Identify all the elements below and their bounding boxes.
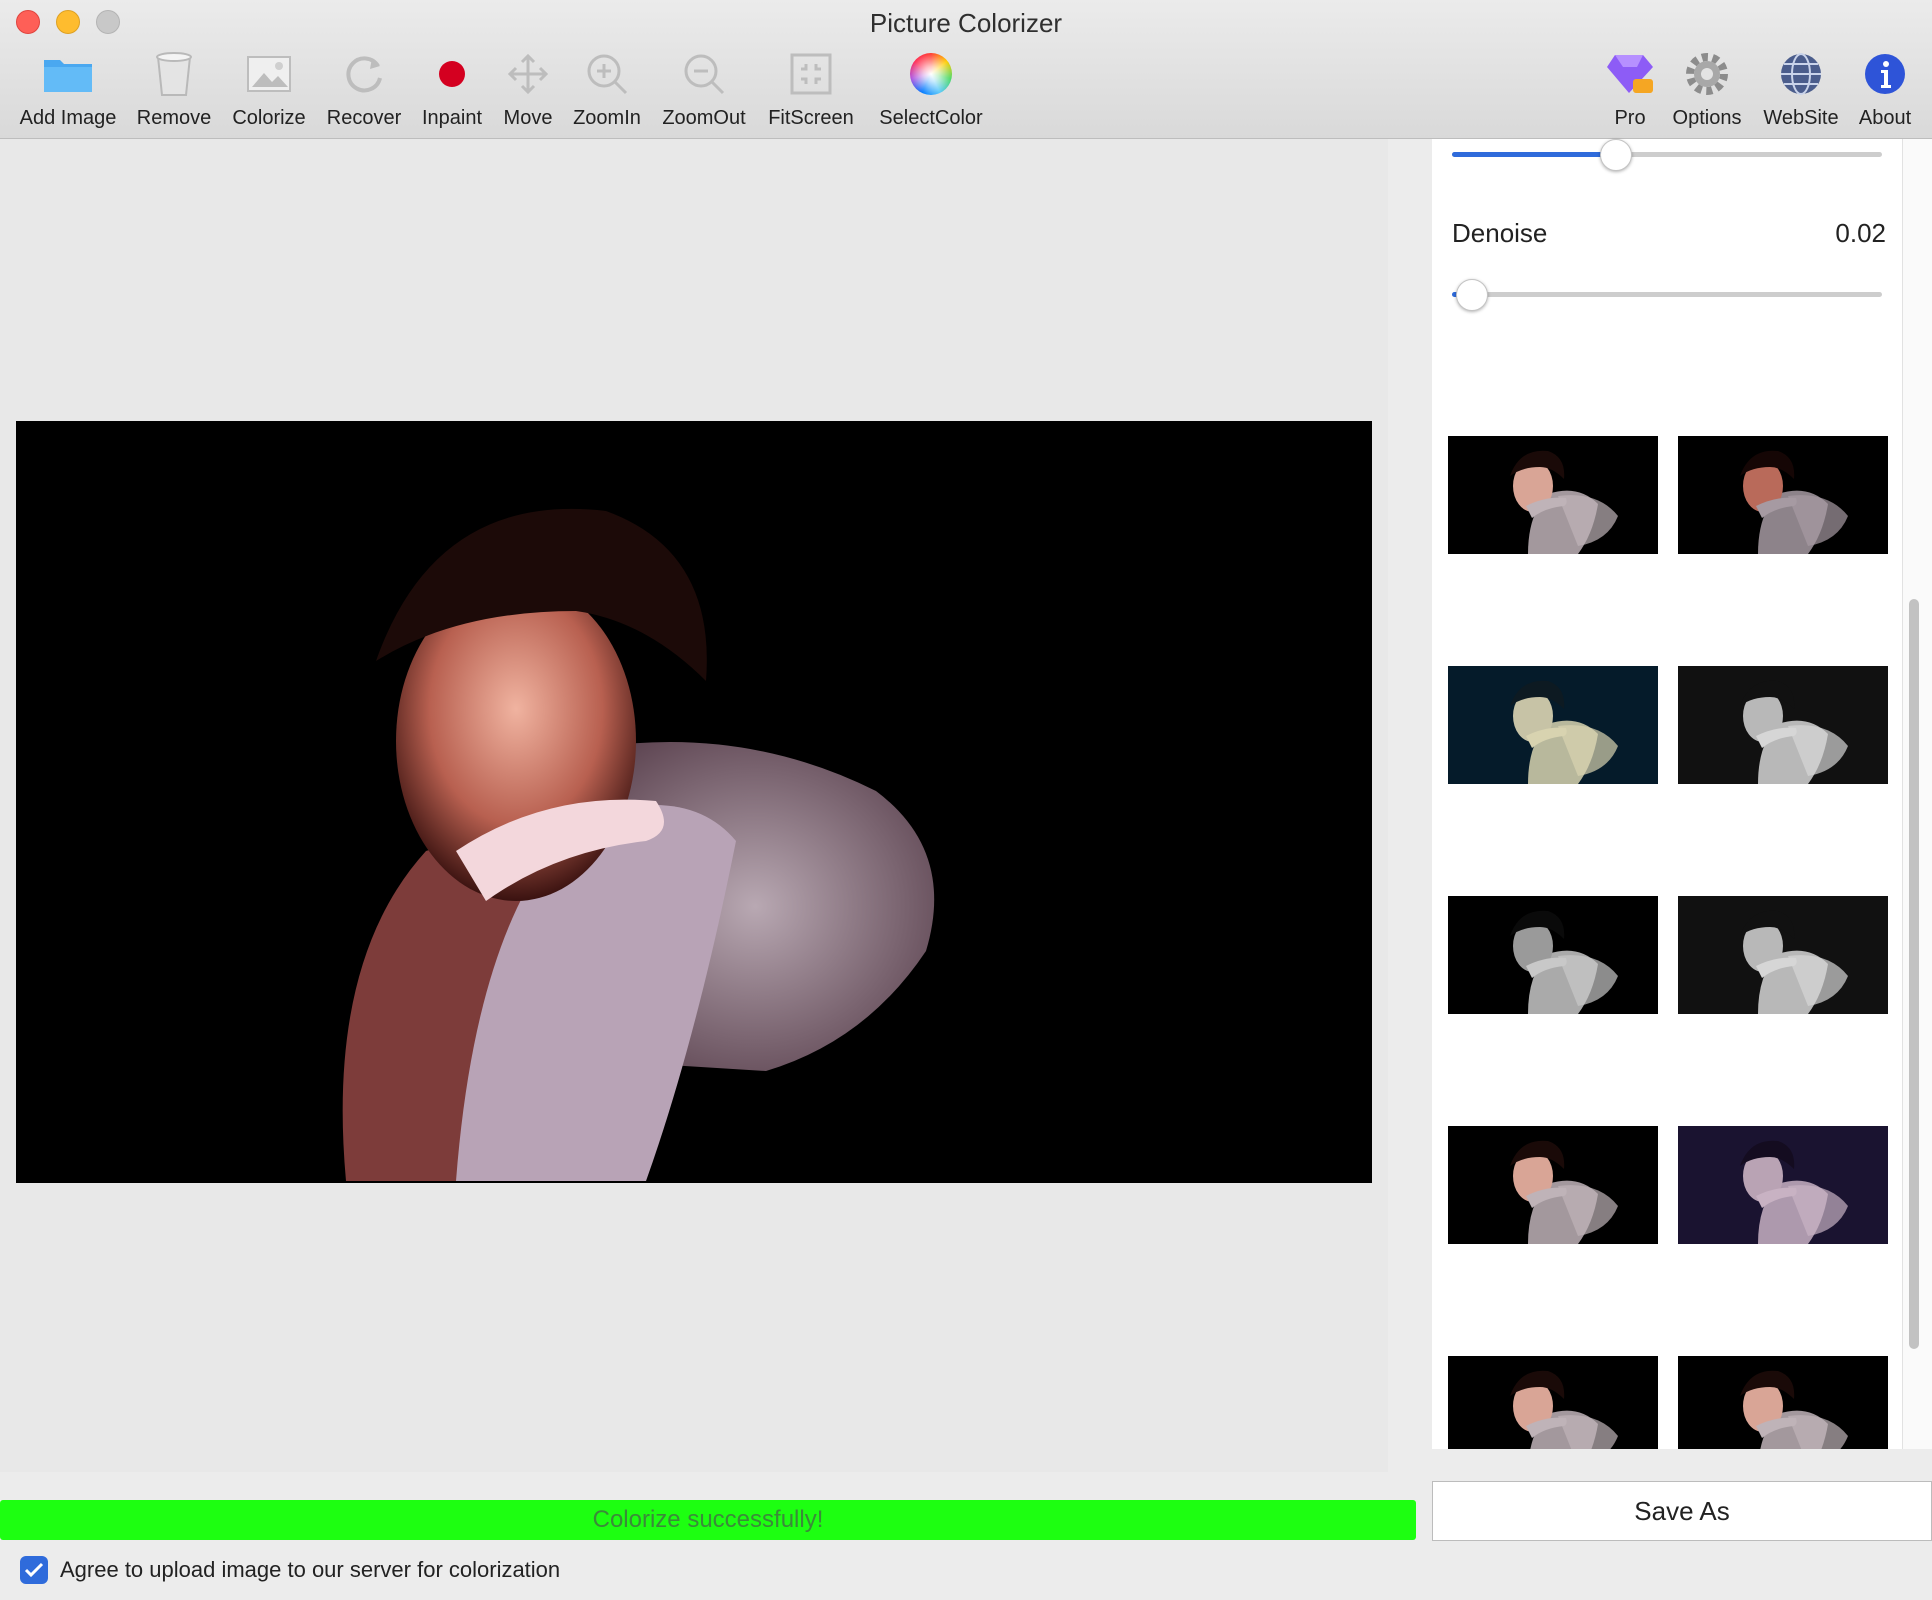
top-slider-knob[interactable] [1600, 139, 1632, 171]
variant-thumbnail[interactable] [1678, 1356, 1888, 1449]
fit-screen-button[interactable]: FitScreen [762, 46, 860, 130]
top-slider-fill [1452, 152, 1615, 157]
red-dot-icon [424, 46, 480, 102]
info-icon [1857, 46, 1913, 102]
options-button[interactable]: Options [1666, 46, 1748, 130]
about-label: About [1858, 107, 1912, 129]
agree-label: Agree to upload image to our server for … [60, 1557, 561, 1582]
color-wheel-icon [903, 46, 959, 102]
zoom-in-icon [579, 46, 635, 102]
options-label: Options [1672, 107, 1742, 129]
globe-icon [1773, 46, 1829, 102]
folder-icon [40, 46, 96, 102]
remove-label: Remove [136, 107, 212, 129]
fit-screen-icon [783, 46, 839, 102]
zoom-in-label: ZoomIn [573, 107, 641, 129]
recover-label: Recover [326, 107, 402, 129]
about-button[interactable]: About [1852, 46, 1918, 130]
denoise-slider-knob[interactable] [1456, 279, 1488, 311]
variant-thumbnail[interactable] [1448, 436, 1658, 554]
variant-thumbnail[interactable] [1448, 666, 1658, 784]
variant-thumbnail[interactable] [1448, 896, 1658, 1014]
title-bar: Picture Colorizer Add Image Remove Color… [0, 0, 1932, 139]
inpaint-label: Inpaint [421, 107, 483, 129]
zoom-out-label: ZoomOut [662, 107, 746, 129]
select-color-button[interactable]: SelectColor [870, 46, 992, 130]
variant-thumbnail[interactable] [1678, 666, 1888, 784]
move-button[interactable]: Move [496, 46, 560, 130]
variant-thumbnail[interactable] [1678, 436, 1888, 554]
trash-icon [146, 46, 202, 102]
denoise-label: Denoise [1452, 218, 1548, 248]
move-label: Move [503, 107, 553, 129]
variant-thumbnail[interactable] [1448, 1126, 1658, 1244]
agree-checkbox[interactable] [20, 1556, 48, 1584]
variant-thumbnail[interactable] [1448, 1356, 1658, 1449]
settings-panel [1432, 139, 1902, 1449]
website-button[interactable]: WebSite [1758, 46, 1844, 130]
variant-thumbnail[interactable] [1678, 896, 1888, 1014]
select-color-label: SelectColor [879, 107, 983, 129]
top-slider-track[interactable] [1452, 152, 1882, 157]
zoom-in-button[interactable]: ZoomIn [568, 46, 646, 130]
inpaint-button[interactable]: Inpaint [414, 46, 490, 130]
remove-button[interactable]: Remove [132, 46, 216, 130]
save-as-button[interactable]: Save As [1432, 1481, 1932, 1541]
colorize-button[interactable]: Colorize [226, 46, 312, 130]
add-image-label: Add Image [19, 107, 117, 129]
variant-thumbnail[interactable] [1678, 1126, 1888, 1244]
denoise-value: 0.02 [1835, 218, 1886, 248]
status-bar: Colorize successfully! [0, 1500, 1416, 1540]
image-icon [241, 46, 297, 102]
website-label: WebSite [1763, 107, 1839, 129]
window-title: Picture Colorizer [869, 8, 1063, 38]
denoise-slider-track[interactable] [1452, 292, 1882, 297]
canvas-divider [1388, 139, 1432, 1472]
pro-button[interactable]: Pro [1600, 46, 1660, 130]
settings-panel-scroll-thumb[interactable] [1909, 599, 1919, 1349]
colorize-label: Colorize [232, 107, 306, 129]
settings-panel-scrollbar[interactable] [1902, 139, 1932, 1449]
fit-screen-label: FitScreen [768, 107, 854, 129]
pro-label: Pro [1614, 107, 1646, 129]
move-arrows-icon [500, 46, 556, 102]
colorized-photo [16, 421, 1372, 1183]
zoom-out-icon [676, 46, 732, 102]
recover-button[interactable]: Recover [322, 46, 406, 130]
gear-icon [1679, 46, 1735, 102]
add-image-button[interactable]: Add Image [12, 46, 124, 130]
refresh-icon [336, 46, 392, 102]
gem-icon [1602, 46, 1658, 102]
image-canvas[interactable] [0, 139, 1388, 1472]
agreement-row[interactable]: Agree to upload image to our server for … [20, 1556, 560, 1584]
zoom-out-button[interactable]: ZoomOut [656, 46, 752, 130]
